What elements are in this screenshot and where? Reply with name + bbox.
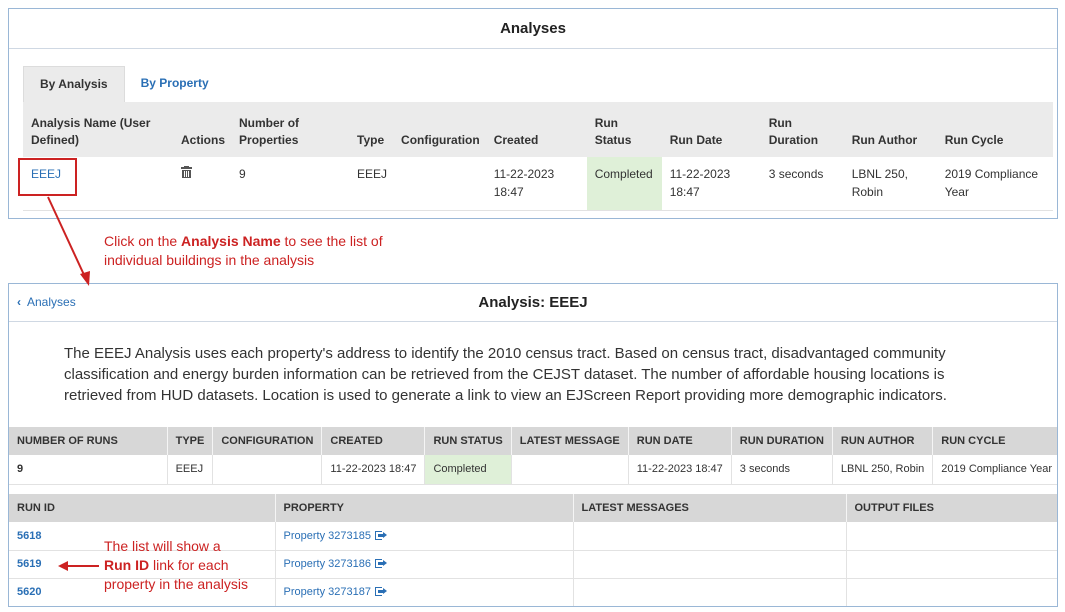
col-latest-messages[interactable]: LATEST MESSAGES: [573, 494, 847, 522]
tab-bar: By Analysis By Property: [23, 66, 225, 102]
property-link[interactable]: Property 3273185: [284, 530, 371, 542]
property-link[interactable]: Property 3273186: [284, 558, 371, 570]
col-property[interactable]: PROPERTY: [275, 494, 574, 522]
col-number-of-runs[interactable]: NUMBER OF RUNS: [9, 427, 168, 455]
property-link[interactable]: Property 3273187: [284, 586, 371, 598]
analyses-panel: Analyses By Analysis By Property Analysi…: [8, 8, 1058, 219]
table-header-row: RUN ID PROPERTY LATEST MESSAGES OUTPUT F…: [9, 494, 1057, 522]
table-row: EEEJ 9 EEEJ 11-22-2023 18:47 Completed 1…: [23, 157, 1053, 211]
properties-count: 9: [231, 157, 350, 211]
col-run-date[interactable]: Run Date: [661, 102, 761, 157]
col-run-status[interactable]: RUN STATUS: [424, 427, 512, 455]
external-link-icon[interactable]: [374, 587, 387, 596]
latest-message-cell: [511, 455, 629, 485]
col-run-id[interactable]: RUN ID: [9, 494, 276, 522]
callout-bold: Analysis Name: [181, 233, 281, 249]
detail-header: ‹ Analyses Analysis: EEEJ: [9, 284, 1057, 322]
run-id-link[interactable]: 5618: [17, 530, 41, 542]
col-created[interactable]: Created: [485, 102, 587, 157]
table-header-row: Analysis Name (User Defined) Actions Num…: [23, 102, 1053, 157]
latest-messages-cell: [573, 522, 847, 551]
highlight-box: [18, 158, 77, 196]
col-run-cycle[interactable]: RUN CYCLE: [932, 427, 1057, 455]
callout-analysis-name: Click on the Analysis Name to see the li…: [104, 232, 404, 270]
table-row: 9 EEEJ 11-22-2023 18:47 Completed 11-22-…: [9, 455, 1057, 485]
col-number-of-properties[interactable]: Number of Properties: [231, 102, 350, 157]
col-actions: Actions: [173, 102, 232, 157]
col-configuration[interactable]: CONFIGURATION: [212, 427, 323, 455]
summary-table: NUMBER OF RUNS TYPE CONFIGURATION CREATE…: [9, 427, 1057, 485]
run-duration-cell: 3 seconds: [760, 157, 844, 211]
col-run-date[interactable]: RUN DATE: [628, 427, 732, 455]
output-files-cell: [846, 578, 1057, 606]
col-run-cycle[interactable]: Run Cycle: [936, 102, 1053, 157]
col-created[interactable]: CREATED: [321, 427, 426, 455]
col-analysis-name[interactable]: Analysis Name (User Defined): [23, 102, 173, 157]
col-type[interactable]: TYPE: [167, 427, 214, 455]
created-cell: 11-22-2023 18:47: [321, 455, 426, 485]
configuration-cell: [393, 157, 486, 211]
callout-run-id: The list will show a Run ID link for eac…: [104, 537, 274, 594]
callout-text: property in the analysis: [104, 576, 248, 592]
trash-icon[interactable]: [181, 166, 192, 178]
callout-text: Click on the: [104, 233, 182, 249]
latest-messages-cell: [573, 578, 847, 606]
run-status-cell: Completed: [586, 157, 662, 211]
callout-bold: Run ID: [104, 557, 150, 573]
property-cell: Property 3273185: [275, 522, 574, 551]
run-id-link[interactable]: 5620: [17, 586, 41, 598]
property-cell: Property 3273187: [275, 578, 574, 606]
col-run-duration[interactable]: Run Duration: [760, 102, 844, 157]
col-run-duration[interactable]: RUN DURATION: [731, 427, 833, 455]
callout-line: Run ID link for each: [104, 556, 274, 575]
output-files-cell: [846, 550, 1057, 579]
page-title: Analysis: EEEJ: [478, 294, 588, 311]
type-cell: EEEJ: [349, 157, 394, 211]
table-header-row: NUMBER OF RUNS TYPE CONFIGURATION CREATE…: [9, 427, 1057, 455]
run-author-cell: LBNL 250, Robin: [832, 455, 934, 485]
property-cell: Property 3273186: [275, 550, 574, 579]
run-duration-cell: 3 seconds: [731, 455, 833, 485]
col-run-status[interactable]: Run Status: [586, 102, 662, 157]
col-configuration[interactable]: Configuration: [393, 102, 486, 157]
callout-text: link for each: [149, 557, 229, 573]
col-type[interactable]: Type: [349, 102, 394, 157]
tab-by-analysis[interactable]: By Analysis: [23, 66, 125, 102]
run-date-cell: 11-22-2023 18:47: [628, 455, 732, 485]
external-link-icon[interactable]: [374, 559, 387, 568]
chevron-left-icon: ‹: [17, 295, 21, 309]
run-cycle-cell: 2019 Compliance Year: [932, 455, 1057, 485]
back-link[interactable]: ‹ Analyses: [17, 295, 76, 309]
analyses-table: Analysis Name (User Defined) Actions Num…: [23, 102, 1053, 211]
configuration-cell: [212, 455, 323, 485]
run-date-cell: 11-22-2023 18:47: [661, 157, 761, 211]
run-id-link[interactable]: 5619: [17, 558, 41, 570]
col-run-author[interactable]: Run Author: [843, 102, 937, 157]
run-author-cell: LBNL 250, Robin: [843, 157, 937, 211]
col-run-author[interactable]: RUN AUTHOR: [832, 427, 934, 455]
runs-count: 9: [9, 455, 168, 485]
tab-by-property[interactable]: By Property: [125, 66, 225, 102]
type-cell: EEEJ: [167, 455, 214, 485]
actions-cell: [173, 157, 232, 211]
run-status-cell: Completed: [424, 455, 512, 485]
latest-messages-cell: [573, 550, 847, 579]
created-cell: 11-22-2023 18:47: [485, 157, 587, 211]
col-latest-message[interactable]: LATEST MESSAGE: [511, 427, 629, 455]
external-link-icon[interactable]: [374, 530, 387, 540]
col-output-files[interactable]: OUTPUT FILES: [846, 494, 1057, 522]
callout-text: The list will show a: [104, 538, 221, 554]
output-files-cell: [846, 522, 1057, 551]
run-cycle-cell: 2019 Compliance Year: [936, 157, 1053, 211]
panel-title: Analyses: [9, 9, 1057, 49]
analysis-description: The EEEJ Analysis uses each property's a…: [64, 345, 947, 404]
back-label: Analyses: [27, 295, 76, 309]
